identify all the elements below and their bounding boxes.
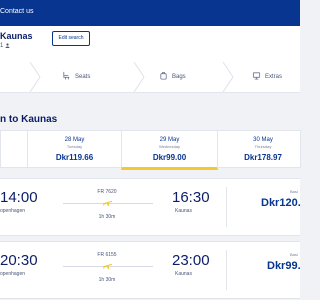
departure-time: 14:00 — [0, 189, 38, 206]
date-label: 29 May — [159, 137, 180, 143]
fare-label: Basi — [290, 252, 298, 257]
route-label: Kaunas — [0, 31, 33, 41]
flight-price[interactable]: Dkr99. — [267, 260, 301, 272]
step-bags-label: Bags — [172, 74, 186, 80]
date-option[interactable]: 28 May Tuesday Dkr119.66 — [27, 130, 122, 168]
flight-price[interactable]: Dkr120. — [261, 197, 301, 209]
search-summary: Kaunas 1 Edit search — [0, 26, 300, 63]
weekday-label: Wednesday — [158, 144, 181, 149]
arrival-time: 16:30 — [172, 189, 210, 206]
date-option-selected[interactable]: 29 May Wednesday Dkr99.00 — [121, 130, 218, 170]
contact-us-link[interactable]: Contact us — [0, 8, 33, 15]
step-seats-label: Seats — [75, 74, 91, 80]
departure-city: openhagen — [0, 271, 26, 277]
date-price: Dkr119.66 — [55, 153, 94, 162]
date-price: Dkr178.97 — [244, 153, 282, 162]
flight-number: FR 7620 — [97, 189, 117, 195]
edit-search-button[interactable]: Edit search — [52, 31, 90, 46]
date-price: Dkr99.00 — [152, 153, 187, 162]
date-option[interactable] — [0, 130, 28, 168]
flight-duration: 1h 30m — [98, 214, 116, 220]
arrival-city: Kaunas — [175, 208, 192, 214]
plane-icon — [103, 263, 112, 270]
page-title: n to Kaunas — [0, 114, 58, 125]
flight-card[interactable]: 14:00 openhagen FR 7620 1h 30m 16:30 Kau… — [0, 178, 301, 236]
date-option[interactable]: 30 May Thursday Dkr178.97 — [217, 130, 301, 168]
date-label: 28 May — [64, 137, 85, 143]
weekday-label: Tuesday — [66, 144, 83, 149]
fare-label: Basi — [290, 189, 298, 194]
divider — [226, 250, 227, 290]
plane-icon — [103, 200, 112, 207]
departure-city: openhagen — [0, 208, 26, 214]
step-separator-icon — [222, 62, 234, 92]
flight-card[interactable]: 20:30 openhagen FR 6155 1h 30m 23:00 Kau… — [0, 241, 301, 299]
extras-icon — [252, 72, 261, 80]
step-extras-label: Extras — [265, 74, 283, 80]
top-bar: Contact us — [0, 0, 300, 26]
step-separator-icon — [29, 62, 41, 92]
passenger-count: 1 — [0, 43, 10, 49]
flight-number: FR 6155 — [97, 252, 117, 258]
booking-steps: Seats Bags Extras — [0, 62, 300, 93]
departure-time: 20:30 — [0, 252, 38, 269]
date-selector: 28 May Tuesday Dkr119.66 29 May Wednesda… — [0, 130, 301, 170]
arrival-time: 23:00 — [172, 252, 210, 269]
date-label: 30 May — [253, 137, 273, 143]
divider — [226, 187, 227, 227]
flight-duration: 1h 30m — [98, 277, 116, 283]
seat-icon — [63, 71, 70, 80]
person-icon — [5, 43, 10, 48]
arrival-city: Kaunas — [175, 271, 192, 277]
weekday-label: Thursday — [254, 144, 272, 149]
step-separator-icon — [133, 62, 145, 92]
bag-icon — [160, 71, 167, 80]
